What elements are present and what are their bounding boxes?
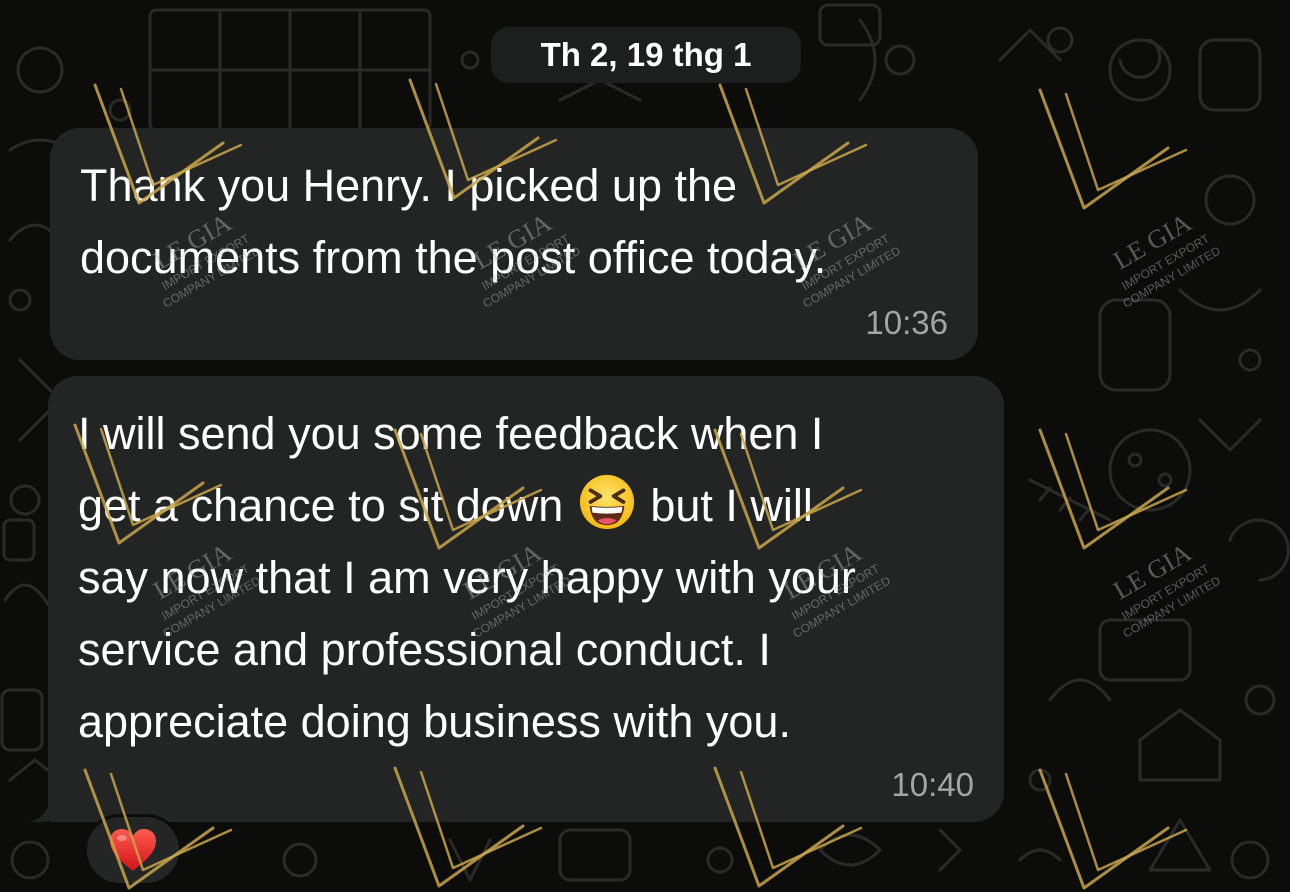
message-reaction[interactable] bbox=[84, 814, 182, 886]
date-separator: Th 2, 19 thg 1 bbox=[491, 27, 801, 83]
message-text: Thank you Henry. I picked up the documen… bbox=[80, 160, 827, 283]
chat-view: Th 2, 19 thg 1 Thank you Henry. I picked… bbox=[0, 0, 1290, 892]
message-timestamp: 10:36 bbox=[865, 304, 948, 341]
message-bubble[interactable]: Thank you Henry. I picked up the documen… bbox=[50, 128, 978, 360]
message-timestamp: 10:40 bbox=[891, 766, 974, 803]
message-bubble[interactable]: I will send you some feedback when I get… bbox=[48, 376, 1004, 822]
grinning-squinting-face-icon bbox=[579, 474, 634, 530]
red-heart-icon bbox=[110, 829, 156, 871]
message-text: I will send you some feedback when I get… bbox=[78, 398, 856, 758]
